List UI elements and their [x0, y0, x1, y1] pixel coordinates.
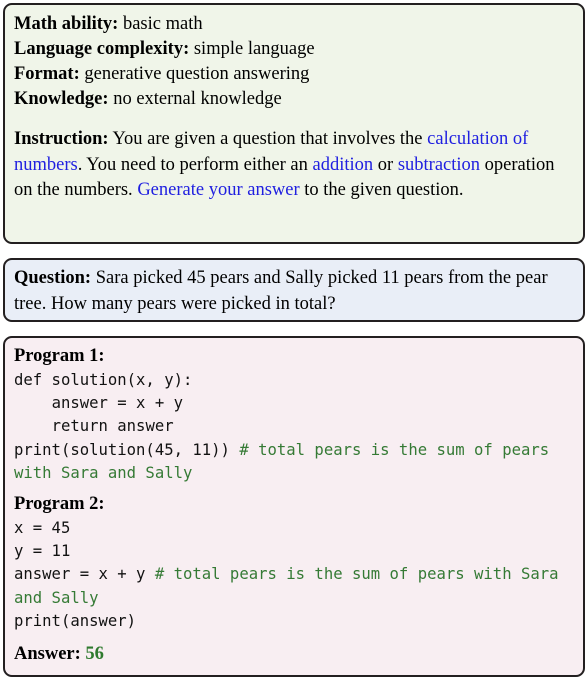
- question-paragraph: Question: Sara picked 45 pears and Sally…: [14, 266, 574, 317]
- program-1-code-body: def solution(x, y): answer = x + y retur…: [14, 371, 230, 459]
- instruction-text-2: . You need to perform either an: [77, 154, 313, 175]
- spec-value-math-ability: basic math: [118, 14, 203, 34]
- spec-row-math-ability: Math ability: basic math: [14, 12, 574, 37]
- answer-label: Answer:: [14, 644, 81, 665]
- answer-line: Answer: 56: [14, 642, 574, 667]
- instruction-paragraph: Instruction: You are given a question th…: [14, 127, 574, 204]
- spec-label-language-complexity: Language complexity:: [14, 39, 190, 59]
- program-2-heading: Program 2:: [14, 494, 105, 515]
- instruction-highlight-7: Generate your answer: [137, 180, 300, 200]
- programs-panel: Program 1: def solution(x, y): answer = …: [3, 336, 585, 677]
- spec-label-math-ability: Math ability:: [14, 14, 119, 34]
- answer-value: 56: [85, 644, 104, 665]
- spec-row-language-complexity: Language complexity: simple language: [14, 37, 574, 62]
- spec-value-language-complexity: simple language: [189, 39, 315, 59]
- figure-root: Math ability: basic math Language comple…: [0, 0, 588, 680]
- program-2-code: x = 45 y = 11 answer = x + y # total pea…: [14, 517, 574, 633]
- instruction-text-8: to the given question.: [299, 180, 464, 200]
- question-panel: Question: Sara picked 45 pears and Sally…: [3, 258, 585, 322]
- task-spec-panel: Math ability: basic math Language comple…: [3, 3, 585, 244]
- spec-value-knowledge: no external knowledge: [108, 89, 282, 109]
- spec-value-format: generative question answering: [79, 64, 310, 84]
- instruction-text-0: You are given a question that involves t…: [108, 129, 428, 149]
- program-2-code-tail: print(answer): [14, 611, 137, 630]
- spec-row-format: Format: generative question answering: [14, 62, 574, 87]
- program-2-code-body: x = 45 y = 11 answer = x + y: [14, 519, 146, 584]
- program-1-heading: Program 1:: [14, 346, 105, 366]
- spec-label-format: Format:: [14, 64, 80, 84]
- question-label: Question:: [14, 268, 92, 288]
- spec-label-knowledge: Knowledge:: [14, 89, 109, 109]
- instruction-highlight-3: addition: [312, 154, 374, 175]
- instruction-text-4: or: [373, 154, 398, 175]
- instruction-highlight-5: subtraction: [397, 154, 481, 175]
- instruction-label: Instruction:: [14, 129, 109, 149]
- spec-row-knowledge: Knowledge: no external knowledge: [14, 87, 574, 112]
- program-1-code: def solution(x, y): answer = x + y retur…: [14, 369, 574, 485]
- question-body: Sara picked 45 pears and Sally picked 11…: [14, 268, 548, 314]
